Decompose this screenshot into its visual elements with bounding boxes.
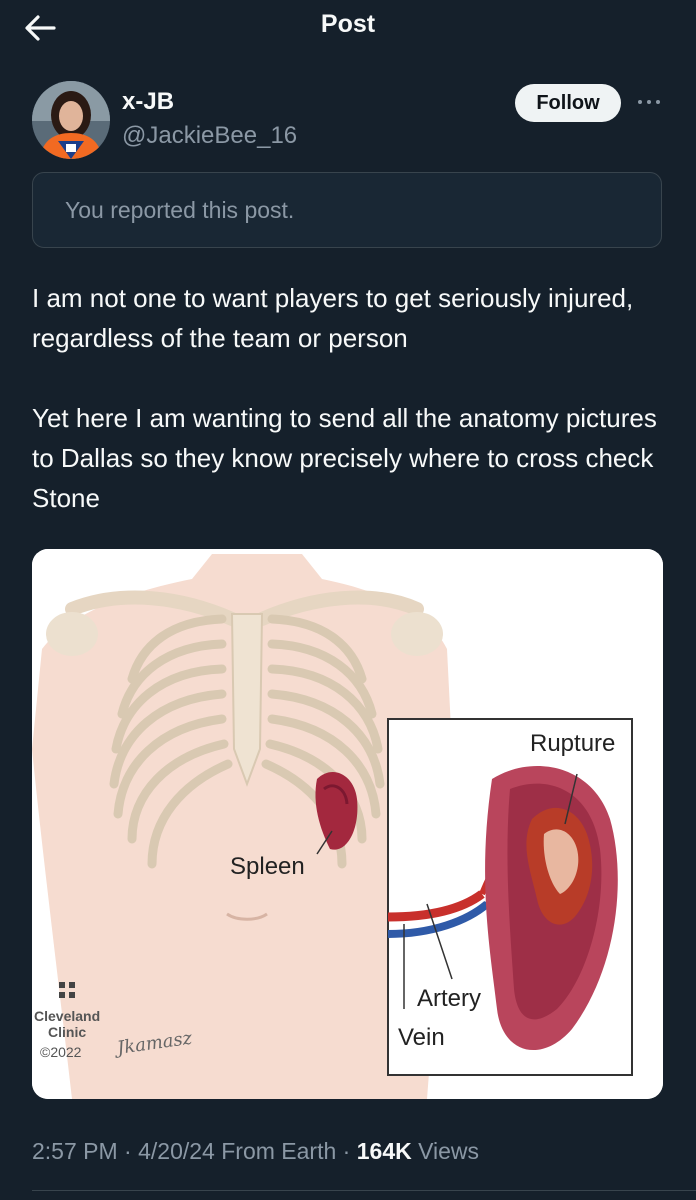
vein-label: Vein <box>398 1024 445 1051</box>
author-name[interactable]: x-JB <box>122 88 174 116</box>
divider <box>32 1190 696 1191</box>
more-options-button[interactable] <box>634 92 664 112</box>
top-bar: Post <box>0 0 696 54</box>
reported-notice-text: You reported this post. <box>65 196 295 223</box>
artery-label: Artery <box>417 985 481 1012</box>
views-label: Views <box>418 1138 480 1164</box>
meta-separator: · <box>124 1138 132 1164</box>
post-meta: 2:57 PM · 4/20/24 From Earth · 164K View… <box>32 1138 479 1165</box>
author-handle[interactable]: @JackieBee_16 <box>122 122 297 150</box>
meta-separator: · <box>342 1138 351 1164</box>
svg-text:Clinic: Clinic <box>48 1024 86 1040</box>
post-date: 4/20/24 <box>138 1138 215 1164</box>
svg-text:©2022: ©2022 <box>40 1044 82 1060</box>
rupture-label: Rupture <box>530 730 615 757</box>
post-source: From Earth <box>221 1138 337 1164</box>
post-body: I am not one to want players to get seri… <box>32 278 672 518</box>
svg-text:Cleveland: Cleveland <box>34 1008 100 1024</box>
post-paragraph: I am not one to want players to get seri… <box>32 283 634 353</box>
avatar-photo <box>32 81 110 159</box>
avatar[interactable] <box>32 81 110 159</box>
post-paragraph: Yet here I am wanting to send all the an… <box>32 403 657 513</box>
more-horizontal-icon <box>638 100 660 104</box>
views-count[interactable]: 164K <box>357 1138 412 1164</box>
spleen-anatomy-illustration: Spleen Rupture Artery Vein Cleveland Cli… <box>32 549 663 1099</box>
spleen-label: Spleen <box>230 853 305 880</box>
page-title: Post <box>320 10 376 38</box>
reported-notice: You reported this post. <box>32 172 662 248</box>
post-image[interactable]: Spleen Rupture Artery Vein Cleveland Cli… <box>32 549 663 1099</box>
follow-button[interactable]: Follow <box>515 84 621 122</box>
post-time: 2:57 PM <box>32 1138 118 1164</box>
